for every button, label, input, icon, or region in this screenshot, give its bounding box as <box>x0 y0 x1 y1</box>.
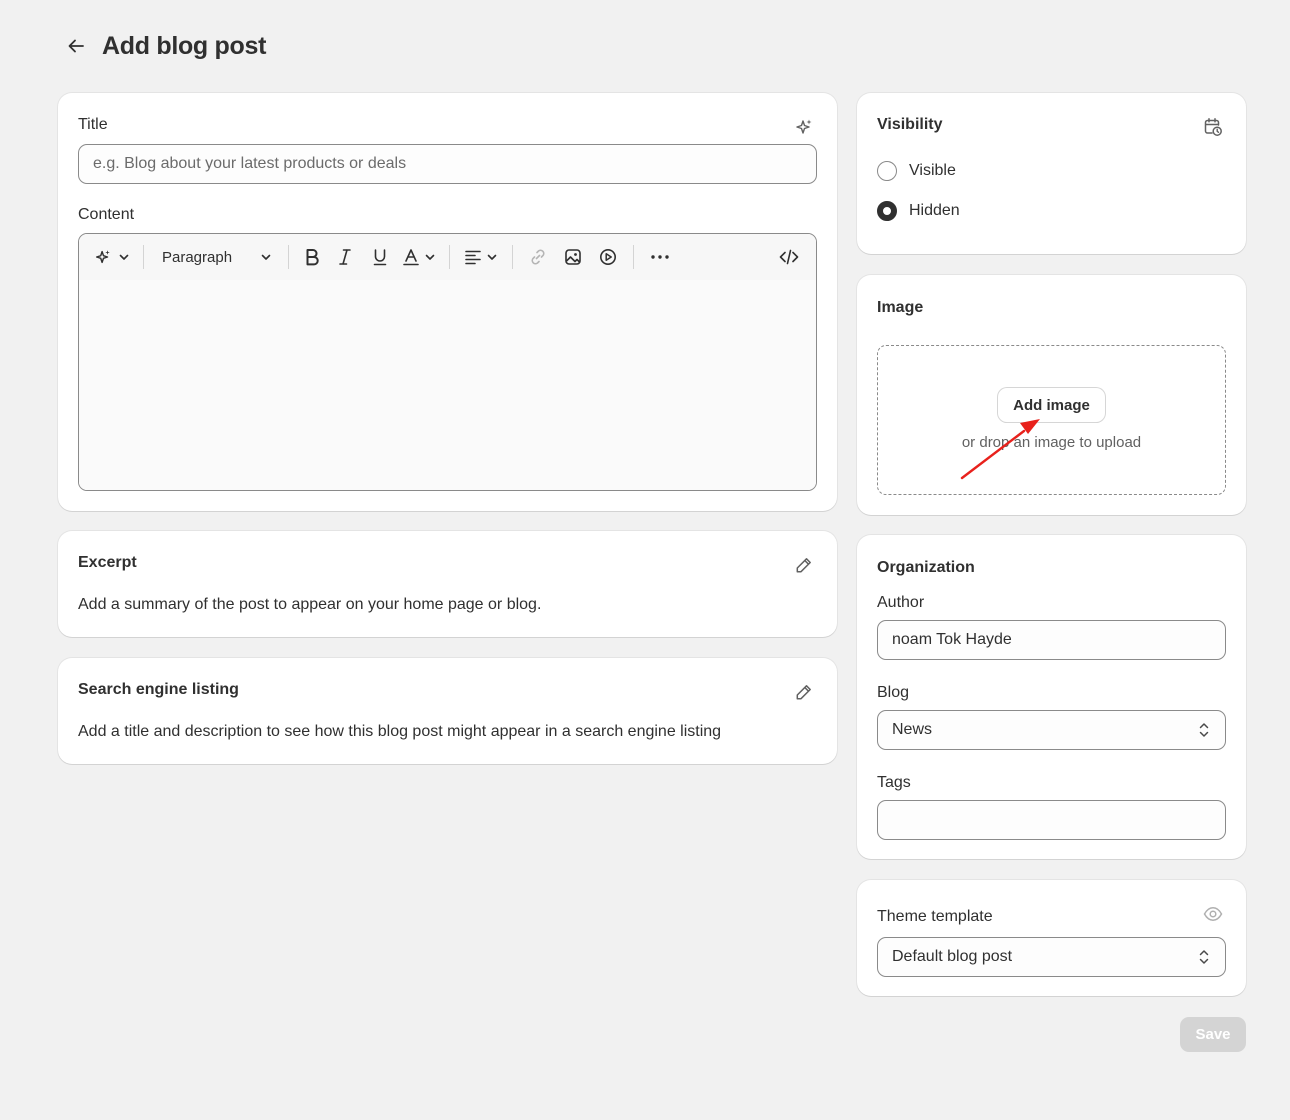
seo-card: Search engine listing Add a title and de… <box>58 658 837 764</box>
edit-excerpt-button[interactable] <box>792 553 816 577</box>
theme-template-card: Theme template Default blog post <box>857 880 1246 996</box>
play-circle-icon <box>600 249 616 265</box>
page-title: Add blog post <box>102 31 267 60</box>
theme-template-value: Default blog post <box>892 948 1013 965</box>
chevron-down-icon <box>487 254 497 260</box>
visibility-option-visible[interactable]: Visible <box>877 161 956 181</box>
title-input[interactable]: e.g. Blog about your latest products or … <box>78 144 817 184</box>
chevron-down-icon <box>425 254 435 260</box>
more-options-button[interactable] <box>642 242 678 272</box>
edit-seo-button[interactable] <box>792 680 816 704</box>
excerpt-description: Add a summary of the post to appear on y… <box>78 596 542 613</box>
text-color-icon <box>403 249 419 266</box>
excerpt-card: Excerpt Add a summary of the post to app… <box>58 531 837 637</box>
image-title: Image <box>877 299 924 316</box>
visibility-option-hidden[interactable]: Hidden <box>877 201 960 221</box>
select-chevron-icon <box>1199 950 1209 964</box>
bold-icon <box>306 249 319 266</box>
ai-tools-dropdown[interactable] <box>89 242 135 272</box>
editor-toolbar: Paragraph <box>79 234 816 280</box>
add-image-button[interactable]: Add image <box>998 388 1105 422</box>
seo-title: Search engine listing <box>78 681 239 698</box>
visible-radio-label: Visible <box>909 162 956 179</box>
insert-image-button[interactable] <box>555 242 591 272</box>
insert-link-button[interactable] <box>521 242 555 272</box>
toolbar-divider <box>449 245 450 269</box>
pencil-icon <box>796 685 811 700</box>
author-input[interactable]: noam Tok Hayde <box>877 620 1226 660</box>
back-button[interactable] <box>64 30 88 62</box>
calendar-clock-icon <box>1204 118 1222 136</box>
link-icon <box>531 249 545 265</box>
html-code-button[interactable] <box>772 242 806 272</box>
organization-title: Organization <box>877 559 975 576</box>
text-align-dropdown[interactable] <box>458 242 504 272</box>
content-editor: Paragraph <box>78 233 817 491</box>
text-color-dropdown[interactable] <box>397 242 441 272</box>
underline-button[interactable] <box>363 242 397 272</box>
content-label: Content <box>78 206 135 223</box>
page: Add blog post Title e.g. Blog about your… <box>0 0 1290 1120</box>
image-drop-hint: or drop an image to upload <box>961 434 1142 451</box>
arrow-left-icon <box>68 39 84 53</box>
toolbar-divider <box>288 245 289 269</box>
toolbar-divider <box>143 245 144 269</box>
hidden-radio-label: Hidden <box>909 202 960 219</box>
italic-icon <box>339 249 351 265</box>
visible-radio[interactable] <box>877 161 897 181</box>
align-left-icon <box>465 250 481 265</box>
image-icon <box>565 249 581 265</box>
sparkle-icon <box>796 119 812 134</box>
theme-template-select[interactable]: Default blog post <box>877 937 1226 977</box>
save-button[interactable]: Save <box>1180 1017 1246 1052</box>
blog-select[interactable]: News <box>877 710 1226 750</box>
chevron-down-icon <box>261 254 271 260</box>
image-card: Image Add image or drop an image to uplo… <box>857 275 1246 515</box>
visibility-title: Visibility <box>877 116 943 133</box>
preview-theme-button[interactable] <box>1201 902 1225 926</box>
select-chevron-icon <box>1199 723 1209 737</box>
toolbar-divider <box>633 245 634 269</box>
visibility-card: Visibility Visible Hidden <box>857 93 1246 254</box>
title-label: Title <box>78 116 108 133</box>
chevron-down-icon <box>119 254 129 260</box>
more-horizontal-icon <box>651 255 669 259</box>
tags-input[interactable] <box>877 800 1226 840</box>
excerpt-title: Excerpt <box>78 554 137 571</box>
pencil-icon <box>796 558 811 573</box>
content-editor-body[interactable] <box>79 280 816 490</box>
insert-video-button[interactable] <box>591 242 625 272</box>
blog-select-value: News <box>892 721 933 738</box>
content-card: Title e.g. Blog about your latest produc… <box>58 93 837 511</box>
page-header: Add blog post <box>64 30 266 62</box>
paragraph-style-label: Paragraph <box>162 248 233 266</box>
seo-description: Add a title and description to see how t… <box>78 723 722 740</box>
tags-label: Tags <box>877 774 911 791</box>
bold-button[interactable] <box>297 242 327 272</box>
ai-generate-title-button[interactable] <box>792 115 816 139</box>
sparkle-icon <box>95 250 110 264</box>
code-icon <box>779 249 799 265</box>
underline-icon <box>373 249 387 266</box>
image-dropzone[interactable]: Add image or drop an image to upload <box>877 345 1226 495</box>
eye-icon <box>1203 907 1223 921</box>
toolbar-divider <box>512 245 513 269</box>
author-label: Author <box>877 594 925 611</box>
blog-label: Blog <box>877 684 910 701</box>
paragraph-style-dropdown[interactable]: Paragraph <box>152 242 280 272</box>
schedule-visibility-button[interactable] <box>1201 115 1225 139</box>
organization-card: Organization Author noam Tok Hayde Blog … <box>857 535 1246 859</box>
theme-template-title: Theme template <box>877 908 993 925</box>
hidden-radio[interactable] <box>877 201 897 221</box>
italic-button[interactable] <box>327 242 363 272</box>
